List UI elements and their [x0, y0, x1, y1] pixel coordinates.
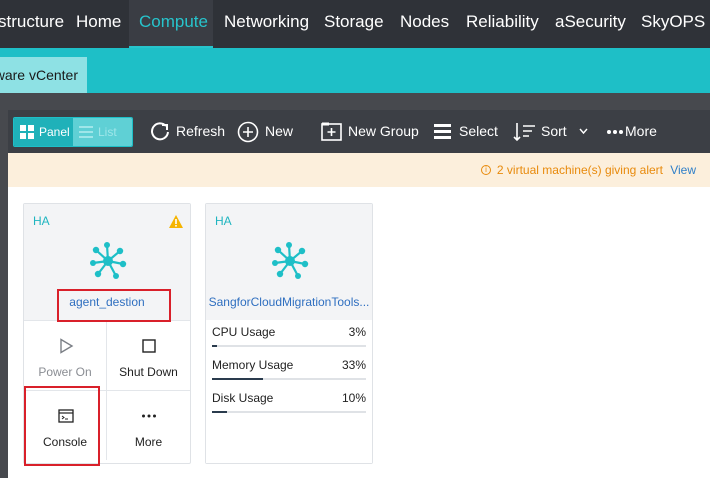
- new-group-label: New Group: [348, 123, 419, 139]
- vm-group-label: HA: [215, 214, 232, 228]
- cpu-usage-metric: CPU Usage 3%: [212, 325, 366, 358]
- power-on-label: Power On: [38, 365, 92, 379]
- metric-track: [212, 345, 366, 347]
- add-folder-icon: [321, 122, 342, 141]
- select-list-icon: [434, 124, 451, 139]
- vm-metrics: CPU Usage 3% Memory Usage 33% Disk Usage…: [206, 320, 372, 463]
- select-label: Select: [459, 123, 498, 139]
- list-icon: [79, 126, 93, 138]
- vm-more-label: More: [134, 435, 163, 449]
- sort-icon: [513, 123, 535, 142]
- vm-card-header: HA SangforCloudMigrationTools...: [206, 204, 372, 320]
- select-button[interactable]: Select: [433, 110, 501, 153]
- vm-group-label: HA: [33, 214, 50, 228]
- vm-name[interactable]: SangforCloudMigrationTools...: [206, 295, 372, 309]
- alert-bar: i 2 virtual machine(s) giving alert View: [8, 153, 710, 187]
- info-circle-icon: i: [481, 165, 491, 175]
- sub-nav: ware vCenter: [0, 48, 710, 93]
- metric-label: Disk Usage: [212, 391, 274, 405]
- refresh-label: Refresh: [176, 123, 226, 139]
- vm-card[interactable]: HA SangforCloudMigrationTools... CPU Usa…: [205, 203, 373, 464]
- power-on-button[interactable]: Power On: [24, 320, 107, 390]
- warning-icon[interactable]: [168, 214, 184, 229]
- toolbar: Panel List Refresh New New Group Select …: [8, 110, 710, 153]
- list-view-button[interactable]: List: [73, 118, 132, 146]
- vm-network-icon: [272, 242, 309, 279]
- vm-network-icon: [90, 242, 127, 279]
- metric-track: [212, 378, 366, 380]
- nav-item-reliability[interactable]: Reliability: [466, 0, 539, 48]
- more-label: More: [625, 123, 657, 139]
- vm-more-button[interactable]: More: [107, 390, 190, 460]
- memory-usage-metric: Memory Usage 33%: [212, 358, 366, 391]
- view-toggle: Panel List: [13, 117, 133, 147]
- nav-item-networking[interactable]: Networking: [224, 0, 309, 48]
- metric-value: 3%: [348, 325, 366, 339]
- panel-view-label: Panel: [39, 125, 70, 139]
- nav-item-nodes[interactable]: Nodes: [400, 0, 449, 48]
- nav-item-compute[interactable]: Compute: [129, 0, 213, 48]
- tab-vmware-vcenter[interactable]: ware vCenter: [0, 57, 87, 93]
- top-nav: structure Home Compute Networking Storag…: [0, 0, 710, 48]
- metric-label: CPU Usage: [212, 325, 276, 339]
- nav-item-home[interactable]: Home: [76, 0, 121, 48]
- sort-label: Sort: [541, 123, 567, 139]
- play-icon: [60, 338, 74, 354]
- chevron-down-icon: [579, 128, 588, 135]
- highlight-console-box: [24, 386, 100, 466]
- nav-item-storage[interactable]: Storage: [324, 0, 384, 48]
- more-dots-icon: [142, 414, 156, 418]
- more-button[interactable]: More: [606, 110, 666, 153]
- metric-value: 10%: [341, 391, 366, 405]
- nav-item-asecurity[interactable]: aSecurity: [555, 0, 626, 48]
- shut-down-button[interactable]: Shut Down: [107, 320, 190, 390]
- new-label: New: [265, 123, 294, 139]
- plus-circle-icon: [237, 121, 259, 143]
- grid-icon: [20, 125, 34, 139]
- tab-vmware-vcenter-label: ware vCenter: [0, 67, 78, 83]
- nav-item-skyops[interactable]: SkyOPS: [641, 0, 705, 48]
- refresh-button[interactable]: Refresh: [149, 110, 229, 153]
- alert-view-link[interactable]: View: [670, 153, 696, 187]
- nav-brand[interactable]: structure: [0, 0, 64, 48]
- new-button[interactable]: New: [237, 110, 301, 153]
- alert-message: 2 virtual machine(s) giving alert: [496, 163, 663, 177]
- disk-usage-metric: Disk Usage 10%: [212, 391, 366, 424]
- metric-value: 33%: [341, 358, 366, 372]
- metric-label: Memory Usage: [212, 358, 294, 372]
- main-frame: Panel List Refresh New New Group Select …: [0, 93, 710, 478]
- list-view-label: List: [98, 125, 117, 139]
- metric-fill: [212, 378, 263, 380]
- highlight-vm-name-box: [57, 289, 171, 322]
- refresh-icon: [151, 122, 169, 141]
- sort-button[interactable]: Sort: [513, 110, 593, 153]
- metric-track: [212, 411, 366, 413]
- new-group-button[interactable]: New Group: [321, 110, 421, 153]
- metric-fill: [212, 411, 228, 413]
- shut-down-label: Shut Down: [119, 365, 178, 379]
- panel-view-button[interactable]: Panel: [14, 118, 73, 146]
- more-dots-icon: [607, 130, 623, 134]
- stop-icon: [142, 339, 156, 353]
- metric-fill: [212, 345, 217, 347]
